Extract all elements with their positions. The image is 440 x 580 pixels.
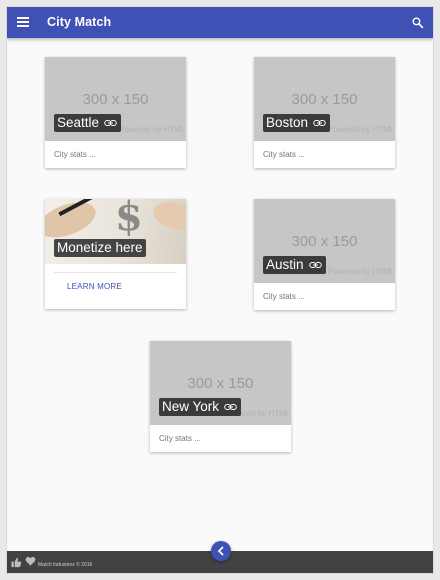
city-name: Boston: [266, 115, 309, 130]
card-image-placeholder: 300 x 150 Powered by HTML.CO New York: [150, 341, 291, 425]
app-frame: City Match 300 x 150 Powered by HTML.CO …: [7, 7, 433, 573]
placeholder-powered-text: Powered by HTML.CO: [119, 125, 186, 134]
city-name: Seattle: [57, 115, 100, 130]
dollar-sign-icon: $: [115, 199, 143, 240]
thumb-up-icon[interactable]: [11, 557, 22, 568]
city-card-austin: 300 x 150 Powered by HTML.CO Austin City…: [254, 199, 395, 310]
back-fab-button[interactable]: [211, 541, 231, 561]
city-link-chip[interactable]: Austin: [263, 256, 326, 274]
app-title: City Match: [47, 15, 112, 29]
placeholder-powered-text: Powered by HTML.CO: [328, 267, 395, 276]
city-card-seattle: 300 x 150 Powered by HTML.CO Seattle Cit…: [45, 57, 186, 168]
footer-copyright: Match Industries © 2016: [38, 562, 93, 568]
placeholder-powered-text: Powered by HTML.CO: [328, 125, 395, 134]
city-link-chip[interactable]: Boston: [263, 114, 331, 132]
app-bar: City Match: [7, 7, 433, 38]
promo-image: $ Monetize here: [45, 199, 186, 264]
menu-icon[interactable]: [17, 17, 29, 27]
card-image-placeholder: 300 x 150 Powered by HTML.CO Seattle: [45, 57, 186, 141]
promo-card: $ Monetize here LEARN MORE: [45, 199, 186, 309]
promo-label: Monetize here: [54, 239, 146, 257]
card-image-placeholder: 300 x 150 Powered by HTML.CO Austin: [254, 199, 395, 283]
city-name: New York: [162, 399, 220, 414]
link-icon: [313, 120, 326, 126]
link-icon: [308, 262, 322, 268]
city-card-boston: 300 x 150 Powered by HTML.CO Boston City…: [254, 57, 395, 168]
promo-divider: [54, 272, 177, 273]
city-stats: City stats ...: [263, 292, 305, 301]
city-stats: City stats ...: [54, 150, 96, 159]
placeholder-size-text: 300 x 150: [291, 91, 358, 108]
learn-more-button[interactable]: LEARN MORE: [67, 282, 122, 291]
link-icon: [224, 404, 237, 410]
placeholder-size-text: 300 x 150: [82, 91, 149, 108]
chevron-left-icon: [218, 546, 224, 556]
city-stats: City stats ...: [263, 150, 305, 159]
city-name: Austin: [266, 257, 304, 272]
placeholder-size-text: 300 x 150: [291, 233, 358, 250]
card-image-placeholder: 300 x 150 Powered by HTML.CO Boston: [254, 57, 395, 141]
city-link-chip[interactable]: New York: [159, 398, 242, 416]
city-link-chip[interactable]: Seattle: [54, 114, 122, 132]
link-icon: [104, 120, 117, 126]
city-card-new-york: 300 x 150 Powered by HTML.CO New York Ci…: [150, 341, 291, 452]
search-icon[interactable]: [411, 16, 424, 29]
placeholder-size-text: 300 x 150: [187, 375, 254, 392]
city-stats: City stats ...: [159, 434, 201, 443]
heart-icon[interactable]: [25, 556, 36, 566]
